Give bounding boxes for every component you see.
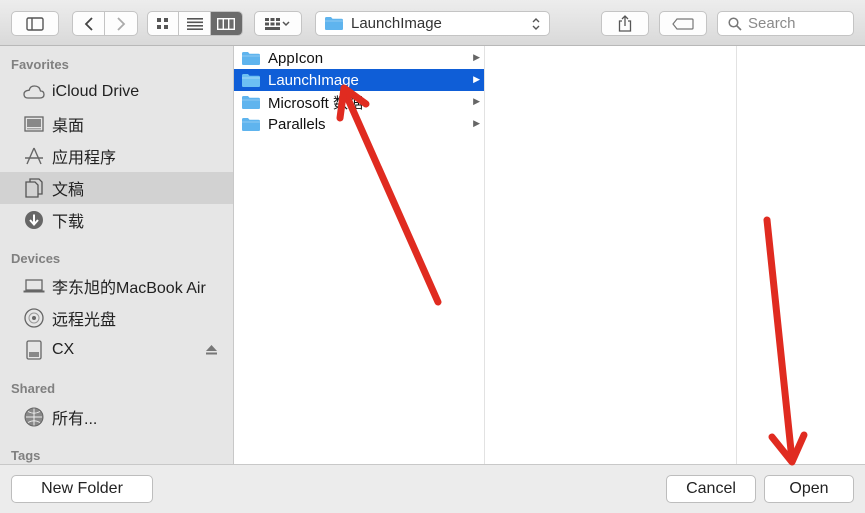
shared-header: Shared <box>11 381 56 396</box>
column-view-button[interactable] <box>210 12 242 35</box>
disclosure-arrow-icon: ▶ <box>473 74 480 84</box>
location-popup[interactable]: LaunchImage <box>315 11 550 36</box>
search-placeholder: Search <box>748 15 796 32</box>
cancel-button[interactable]: Cancel <box>666 475 756 503</box>
sidebar-item-cx[interactable]: CX <box>0 334 233 366</box>
search-icon <box>728 16 742 31</box>
list-item[interactable]: Parallels ▶ <box>234 113 484 135</box>
sidebar-item-all[interactable]: 所有... <box>0 401 233 433</box>
list-item-label: LaunchImage <box>268 71 359 89</box>
browser-column-2 <box>485 46 737 464</box>
sidebar-item-remote-disc[interactable]: 远程光盘 <box>0 302 233 334</box>
network-icon <box>22 407 46 427</box>
sidebar-item-macbook[interactable]: 李东旭的MacBook Air <box>0 270 233 302</box>
search-field[interactable]: Search <box>717 11 854 36</box>
share-icon <box>618 15 632 32</box>
sidebar-item-label: iCloud Drive <box>52 83 140 100</box>
sidebar: Favorites iCloud Drive 桌面 应用程序 文稿 下载 Dev… <box>0 46 234 464</box>
browser-column-1: AppIcon ▶ LaunchImage ▶ Microsoft 数据 ▶ P… <box>234 46 485 464</box>
applications-icon <box>22 146 46 166</box>
icon-view-button[interactable] <box>148 12 180 35</box>
list-item-label: AppIcon <box>268 49 324 67</box>
sidebar-item-label: 李东旭的MacBook Air <box>52 280 206 297</box>
desktop-icon <box>22 114 46 134</box>
sidebar-item-label: CX <box>52 341 75 358</box>
list-item[interactable]: Microsoft 数据 ▶ <box>234 91 484 113</box>
grid-icon <box>157 17 169 29</box>
view-mode-control <box>147 11 243 36</box>
tag-button[interactable] <box>659 11 707 36</box>
browser-column-3 <box>737 46 865 464</box>
back-button[interactable] <box>73 12 105 35</box>
folder-icon <box>242 73 260 87</box>
list-item-label: Microsoft 数据 <box>268 94 364 112</box>
toolbar: LaunchImage Search <box>0 0 865 46</box>
eject-icon[interactable] <box>206 345 217 355</box>
list-item-label: Parallels <box>268 115 326 133</box>
share-button[interactable] <box>601 11 649 36</box>
sidebar-item-applications[interactable]: 应用程序 <box>0 140 233 172</box>
sidebar-item-documents[interactable]: 文稿 <box>0 172 233 204</box>
sidebar-item-label: 远程光盘 <box>52 312 117 329</box>
columns-icon <box>217 17 236 30</box>
devices-header: Devices <box>11 251 61 266</box>
drive-icon <box>22 340 46 360</box>
sidebar-item-icloud-drive[interactable]: iCloud Drive <box>0 76 233 108</box>
sidebar-toggle-button[interactable] <box>11 11 59 36</box>
sidebar-item-downloads[interactable]: 下载 <box>0 204 233 236</box>
sidebar-item-desktop[interactable]: 桌面 <box>0 108 233 140</box>
cloud-icon <box>22 82 46 102</box>
list-view-button[interactable] <box>179 12 211 35</box>
disclosure-arrow-icon: ▶ <box>473 118 480 128</box>
chevron-left-icon <box>84 16 93 31</box>
back-forward-control <box>72 11 138 36</box>
tags-header: Tags <box>11 448 41 463</box>
chevron-right-icon <box>117 16 126 31</box>
list-icon <box>186 17 203 30</box>
sidebar-item-label: 桌面 <box>52 118 85 135</box>
updown-chevron-icon <box>532 18 540 30</box>
arrange-grid-icon <box>265 17 290 30</box>
documents-icon <box>22 178 46 198</box>
favorites-header: Favorites <box>11 57 69 72</box>
folder-icon <box>325 17 343 30</box>
bottom-bar: New Folder Cancel Open <box>0 464 865 513</box>
sidebar-item-label: 所有... <box>52 411 98 428</box>
sidebar-item-label: 下载 <box>52 214 85 231</box>
forward-button[interactable] <box>105 12 137 35</box>
list-item[interactable]: AppIcon ▶ <box>234 47 484 69</box>
location-label: LaunchImage <box>351 15 442 32</box>
disc-icon <box>22 308 46 328</box>
folder-icon <box>242 95 260 109</box>
new-folder-button[interactable]: New Folder <box>11 475 153 503</box>
arrange-button[interactable] <box>254 11 302 36</box>
downloads-icon <box>22 210 46 230</box>
tag-icon <box>672 17 694 30</box>
disclosure-arrow-icon: ▶ <box>473 52 480 62</box>
sidebar-icon <box>26 16 44 31</box>
open-button[interactable]: Open <box>764 475 854 503</box>
sidebar-item-label: 文稿 <box>52 182 85 199</box>
folder-icon <box>242 51 260 65</box>
disclosure-arrow-icon: ▶ <box>473 96 480 106</box>
laptop-icon <box>22 276 46 296</box>
sidebar-item-label: 应用程序 <box>52 150 117 167</box>
folder-icon <box>242 117 260 131</box>
list-item[interactable]: LaunchImage ▶ <box>234 69 484 91</box>
